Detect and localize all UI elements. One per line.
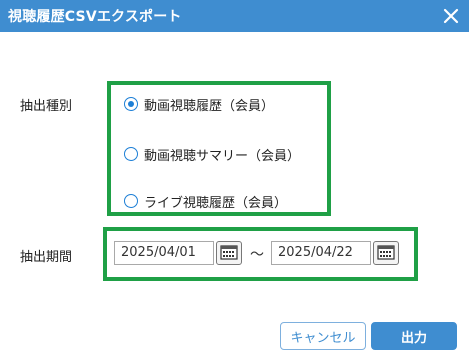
start-date-input[interactable]: 2025/04/01 [114,241,214,265]
radio-button-selected[interactable] [124,97,138,111]
close-icon[interactable] [441,6,461,26]
radio-option-video-summary[interactable]: 動画視聴サマリー（会員） [124,144,300,164]
range-separator: ～ [250,247,264,263]
radio-label: ライブ視聴履歴（会員） [144,195,288,211]
dialog-header: 視聴履歴CSVエクスポート [0,0,469,32]
type-label: 抽出種別 [20,99,73,114]
export-button[interactable]: 出力 [371,322,457,350]
radio-label: 動画視聴サマリー（会員） [144,148,301,164]
start-calendar-icon[interactable] [216,241,242,265]
radio-button[interactable] [124,194,138,208]
end-date-input[interactable]: 2025/04/22 [271,241,371,265]
radio-option-live-history[interactable]: ライブ視聴履歴（会員） [124,191,287,211]
cancel-button[interactable]: キャンセル [280,322,366,350]
radio-label: 動画視聴履歴（会員） [144,98,275,114]
end-calendar-icon[interactable] [373,241,399,265]
dialog-title: 視聴履歴CSVエクスポート [8,9,182,25]
radio-button[interactable] [124,147,138,161]
radio-option-video-history[interactable]: 動画視聴履歴（会員） [124,94,274,114]
period-label: 抽出期間 [20,250,73,265]
